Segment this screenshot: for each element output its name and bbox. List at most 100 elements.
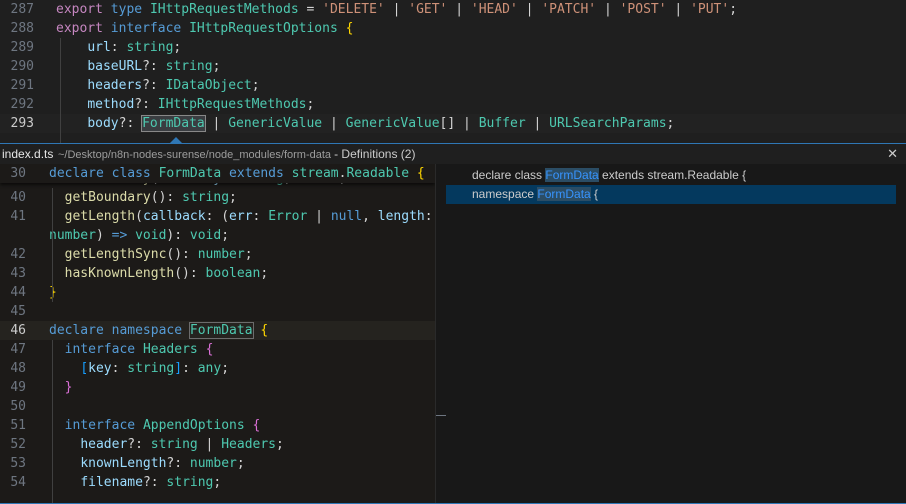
reference-text: declare class bbox=[472, 168, 546, 182]
code-line[interactable]: 292 method?: IHttpRequestMethods; bbox=[0, 95, 906, 114]
code-token: ?: bbox=[127, 437, 151, 452]
code-line[interactable]: 293 body?: FormData | GenericValue | Gen… bbox=[0, 114, 906, 133]
code-token: | bbox=[525, 116, 550, 131]
code-token: => bbox=[111, 228, 128, 243]
peek-code-editor[interactable]: 39 setBoundary(boundary: string): void;4… bbox=[0, 164, 435, 503]
code-line[interactable]: 291 headers?: IDataObject; bbox=[0, 76, 906, 95]
line-number: 292 bbox=[10, 97, 34, 112]
code-line[interactable]: 42 getLengthSync(): number; bbox=[0, 245, 435, 264]
code-token: length bbox=[377, 209, 425, 224]
code-token: FormData bbox=[141, 115, 206, 132]
line-number: 47 bbox=[10, 342, 26, 357]
code-token: ; bbox=[221, 228, 230, 243]
code-token: ; bbox=[729, 2, 738, 17]
code-line[interactable]: 290 baseURL?: string; bbox=[0, 57, 906, 76]
code-token: ?: bbox=[142, 475, 167, 490]
definitions-list[interactable]: declare class FormData extends stream.Re… bbox=[435, 164, 906, 503]
line-number: 41 bbox=[10, 209, 26, 224]
code-token: ) bbox=[95, 228, 112, 243]
reference-text: namespace bbox=[472, 187, 538, 201]
code-line[interactable]: 44} bbox=[0, 283, 435, 302]
code-line[interactable]: 50 bbox=[0, 397, 435, 416]
code-token: number bbox=[189, 456, 237, 471]
code-token: hasKnownLength bbox=[64, 266, 175, 281]
code-text: hasKnownLength(): boolean; bbox=[49, 264, 269, 283]
definition-reference-item[interactable]: namespace FormData { bbox=[446, 185, 896, 204]
peek-path-text: ~/Desktop/n8n-nodes-surense/node_modules… bbox=[58, 149, 332, 161]
code-token: Headers bbox=[221, 437, 277, 452]
code-line[interactable]: 43 hasKnownLength(): boolean; bbox=[0, 264, 435, 283]
code-line[interactable]: 40 getBoundary(): string; bbox=[0, 188, 435, 207]
code-token: ; bbox=[260, 266, 269, 281]
code-token: getLengthSync bbox=[64, 247, 167, 262]
code-token: GenericValue bbox=[345, 116, 440, 131]
code-token: : bbox=[111, 361, 128, 376]
peek-file-path: ~/Desktop/n8n-nodes-surense/node_modules… bbox=[58, 144, 415, 165]
code-token: { bbox=[416, 166, 425, 181]
code-token: baseURL bbox=[87, 59, 143, 74]
code-line[interactable]: 45 bbox=[0, 302, 435, 321]
code-line[interactable]: 287 export type IHttpRequestMethods = 'DE… bbox=[0, 0, 906, 19]
line-number: 54 bbox=[10, 475, 26, 490]
definition-reference-item[interactable]: declare class FormData extends stream.Re… bbox=[446, 166, 896, 185]
code-token: : bbox=[252, 209, 269, 224]
code-token: : ( bbox=[205, 209, 230, 224]
code-token: string bbox=[166, 475, 214, 490]
sticky-scroll-line[interactable]: 30 declare class FormData extends stream.… bbox=[0, 164, 435, 183]
code-line[interactable]: number) => void): void; bbox=[0, 226, 435, 245]
line-number: 52 bbox=[10, 437, 26, 452]
line-number: 45 bbox=[10, 304, 26, 319]
code-line[interactable]: 41 getLength(callback: (err: Error | nul… bbox=[0, 207, 435, 226]
line-number: 287 bbox=[10, 2, 34, 17]
reference-text: extends stream.Readable { bbox=[598, 168, 747, 182]
code-token: ; bbox=[212, 59, 221, 74]
code-token: (): bbox=[166, 247, 198, 262]
code-line[interactable]: 48 [key: string]: any; bbox=[0, 359, 435, 378]
code-token: | bbox=[447, 2, 471, 17]
code-token: URLSearchParams bbox=[549, 116, 667, 131]
indent-guide bbox=[52, 340, 53, 503]
code-line[interactable]: 289 url: string; bbox=[0, 38, 906, 57]
code-token: ; bbox=[221, 361, 230, 376]
code-token: IHttpRequestOptions bbox=[189, 21, 346, 36]
code-line[interactable]: 51 interface AppendOptions { bbox=[0, 416, 435, 435]
code-token: void bbox=[135, 228, 167, 243]
code-token: ; bbox=[306, 97, 315, 112]
peek-definition-widget[interactable]: index.d.ts ~/Desktop/n8n-nodes-surense/n… bbox=[0, 137, 906, 504]
code-line[interactable]: 52 header?: string | Headers; bbox=[0, 435, 435, 454]
code-token: string bbox=[182, 190, 230, 205]
code-token: ; bbox=[276, 437, 284, 452]
code-token: ?: bbox=[142, 78, 166, 93]
code-token: number bbox=[49, 228, 96, 243]
peek-file-name[interactable]: index.d.ts bbox=[2, 144, 53, 164]
code-token: FormData bbox=[188, 322, 254, 339]
line-number: 288 bbox=[10, 21, 34, 36]
code-line[interactable]: 49 } bbox=[0, 378, 435, 397]
code-token: export bbox=[56, 21, 111, 36]
code-token: { bbox=[252, 418, 261, 433]
code-token: { bbox=[345, 21, 354, 36]
code-token: { bbox=[260, 323, 269, 338]
code-token: callback bbox=[142, 209, 206, 224]
code-token: ; bbox=[236, 456, 245, 471]
splitter-grip[interactable] bbox=[436, 415, 446, 416]
code-token: [ bbox=[80, 361, 89, 376]
code-token: ?: bbox=[142, 59, 166, 74]
code-line[interactable]: 54 filename?: string; bbox=[0, 473, 435, 492]
code-token: | bbox=[517, 2, 542, 17]
close-icon[interactable]: ✕ bbox=[887, 144, 898, 164]
code-token: | bbox=[384, 2, 409, 17]
line-number: 293 bbox=[10, 116, 34, 131]
code-token: string bbox=[150, 437, 198, 452]
code-token: ] bbox=[174, 361, 183, 376]
code-token: class bbox=[111, 166, 159, 181]
code-line[interactable]: 47 interface Headers { bbox=[0, 340, 435, 359]
code-token: : bbox=[424, 209, 433, 224]
code-line[interactable]: 46 declare namespace FormData { bbox=[0, 321, 435, 340]
code-line[interactable]: 53 knownLength?: number; bbox=[0, 454, 435, 473]
code-text: interface Headers { bbox=[49, 340, 214, 359]
code-token: namespace bbox=[111, 323, 190, 338]
peek-arrow-icon bbox=[170, 137, 182, 143]
code-line[interactable]: 288 export interface IHttpRequestOptions … bbox=[0, 19, 906, 38]
